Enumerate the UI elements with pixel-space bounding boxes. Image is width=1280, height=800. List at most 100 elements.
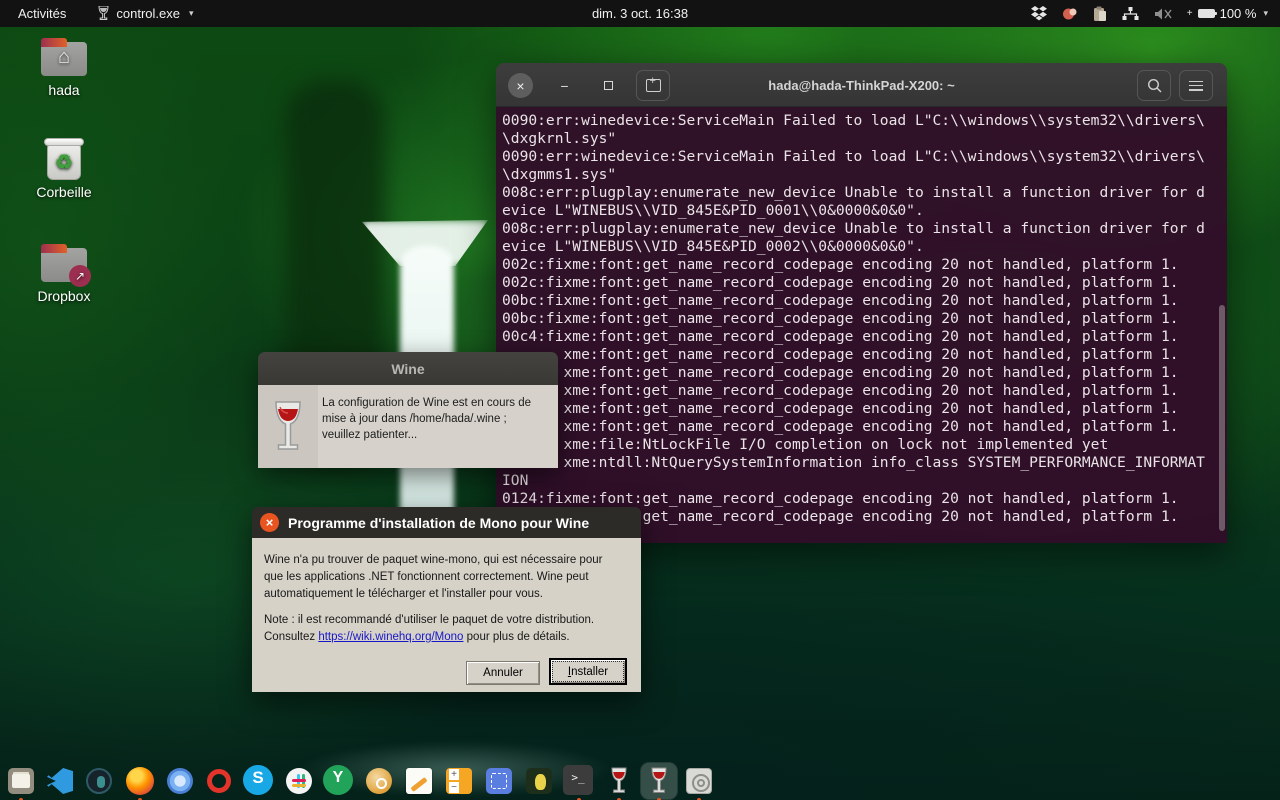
skype-icon: S <box>243 765 273 795</box>
dock-item-terminal[interactable]: >_ <box>561 763 597 800</box>
winehq-mono-link[interactable]: https://wiki.winehq.org/Mono <box>318 631 463 643</box>
mono-paragraph-line: que les applications .NET fonctionnent c… <box>264 571 589 583</box>
desktop-icon-hada[interactable]: ⌂ hada <box>25 36 103 98</box>
note-suffix: pour plus de détails. <box>463 631 570 643</box>
desktop-icon-corbeille[interactable]: ♻ Corbeille <box>25 138 103 200</box>
opera-icon <box>204 766 234 796</box>
dock-item-wine-control[interactable] <box>641 763 677 800</box>
dock-item-winecfg[interactable] <box>681 763 717 800</box>
minimize-button[interactable]: − <box>552 73 577 98</box>
desktop-screen: Activités control.exe ▾ dim. 3 oct. 16:3… <box>0 0 1280 800</box>
dock-item-firefox[interactable] <box>122 763 158 800</box>
slack-icon <box>284 766 314 796</box>
dock-item-files[interactable] <box>3 763 39 800</box>
notification-icon[interactable] <box>1062 7 1078 21</box>
dropbox-icon[interactable] <box>1030 6 1047 21</box>
chromium-icon <box>165 766 195 796</box>
dropbox-folder-icon: ↗ <box>39 242 91 287</box>
close-button[interactable]: × <box>508 73 533 98</box>
battery-icon <box>1197 9 1217 18</box>
battery-label: 100 % <box>1219 6 1257 21</box>
vscode-icon <box>45 766 75 796</box>
desktop-icon-label: Corbeille <box>36 184 92 200</box>
dock-item-backup[interactable] <box>361 763 397 799</box>
files-icon <box>6 766 36 796</box>
battery-indicator[interactable]: + 100 % ▾ <box>1187 6 1268 21</box>
terminal-line: evice L"WINEBUS\\VID_845E&PID_0002\\0&00… <box>502 238 924 255</box>
dock-item-opera[interactable] <box>201 763 237 799</box>
dock-item-chromium[interactable] <box>162 763 198 799</box>
menu-button[interactable] <box>1179 70 1213 101</box>
dock-item-calculator[interactable] <box>441 763 477 799</box>
clipboard-icon[interactable] <box>1093 6 1107 22</box>
terminal-line: \dxgmms1.sys" <box>502 166 617 183</box>
chevron-down-icon: ▾ <box>189 8 194 18</box>
mono-installer-dialog: × Programme d'installation de Mono pour … <box>252 507 641 692</box>
winecfg-icon <box>684 766 714 796</box>
install-button[interactable]: Installer <box>549 658 627 685</box>
dock-item-text-editor[interactable] <box>401 763 437 799</box>
terminal-line: 00c4:fixme:font:get_name_record_codepage… <box>502 328 1179 345</box>
mono-dialog-title: Programme d'installation de Mono pour Wi… <box>288 514 590 531</box>
cancel-button[interactable]: Annuler <box>466 661 540 685</box>
terminal-line: xme:font:get_name_record_codepage encodi… <box>502 346 1179 363</box>
system-tray: + 100 % ▾ <box>1030 0 1280 27</box>
wine-glass-icon <box>611 767 627 793</box>
hamburger-icon <box>1189 80 1203 91</box>
terminal-titlebar[interactable]: hada@hada-ThinkPad-X200: ~ × − <box>496 63 1227 107</box>
dock-item-skype[interactable]: S <box>241 763 277 799</box>
dark-circle-app-icon <box>84 766 114 796</box>
terminal-line: evice L"WINEBUS\\VID_845E&PID_0001\\0&00… <box>502 202 924 219</box>
terminal-line: \dxgkrnl.sys" <box>502 130 617 147</box>
mono-paragraph-line: automatiquement le télécharger et l'inst… <box>264 588 543 600</box>
wine-dialog-message: mise à jour dans /home/hada/.wine ; <box>322 413 507 425</box>
terminal-line: xme:font:get_name_record_codepage encodi… <box>502 382 1179 399</box>
search-button[interactable] <box>1137 70 1171 101</box>
activities-button[interactable]: Activités <box>12 4 72 23</box>
game-icon <box>524 766 554 796</box>
wine-dialog-titlebar[interactable]: Wine <box>258 352 558 385</box>
maximize-button[interactable] <box>596 73 621 98</box>
dock-item-screenshot[interactable] <box>481 763 517 799</box>
terminal-scrollbar[interactable] <box>1219 305 1225 531</box>
desktop-icon-dropbox[interactable]: ↗ Dropbox <box>25 242 103 304</box>
dock-item-game[interactable] <box>521 763 557 799</box>
close-button[interactable]: × <box>260 513 279 532</box>
wine-progress-dialog: Wine La configuration de Wine est en cou… <box>258 352 558 468</box>
terminal-line: ION <box>502 472 529 489</box>
backup-icon <box>364 766 394 796</box>
dock-item-y-app[interactable]: Y <box>321 763 357 799</box>
terminal-line: 008c:err:plugplay:enumerate_new_device U… <box>502 220 1205 237</box>
dock-item-vscode[interactable] <box>42 763 78 799</box>
charging-icon: + <box>1186 8 1193 19</box>
new-tab-icon <box>645 75 661 92</box>
calculator-icon <box>444 766 474 796</box>
terminal-line: 0124:fixme:font:get_name_record_codepage… <box>502 490 1179 507</box>
dock-item-dark-circle-app[interactable] <box>81 763 117 799</box>
terminal-icon: >_ <box>563 765 593 795</box>
terminal-line: 0090:err:winedevice:ServiceMain Failed t… <box>502 148 1205 165</box>
app-menu-button[interactable]: control.exe ▾ <box>98 6 194 21</box>
maximize-icon <box>604 81 613 90</box>
wine-glass-icon <box>651 767 667 793</box>
clock-button[interactable]: dim. 3 oct. 16:38 <box>592 0 688 27</box>
chevron-down-icon: ▾ <box>1263 8 1268 18</box>
network-icon[interactable] <box>1122 6 1139 21</box>
note-prefix: Consultez <box>264 631 319 643</box>
dock-item-wine[interactable] <box>601 763 637 800</box>
terminal-line: xme:file:NtLockFile I/O completion on lo… <box>502 436 1109 453</box>
mono-dialog-paragraph: Wine n'a pu trouver de paquet wine-mono,… <box>264 552 627 603</box>
volume-muted-icon[interactable] <box>1154 7 1172 21</box>
firefox-icon <box>125 766 155 796</box>
terminal-window: hada@hada-ThinkPad-X200: ~ × − 0090:err:… <box>496 63 1227 543</box>
wine-glass-icon <box>98 6 109 20</box>
wine-dialog-message: La configuration de Wine est en cours de <box>322 397 532 409</box>
link-emblem-icon: ↗ <box>69 265 91 287</box>
terminal-line: 00bc:fixme:font:get_name_record_codepage… <box>502 292 1179 309</box>
terminal-output: 0090:err:winedevice:ServiceMain Failed t… <box>496 107 1227 543</box>
mono-dialog-titlebar[interactable]: × Programme d'installation de Mono pour … <box>252 507 641 538</box>
terminal-line: 00bc:fixme:font:get_name_record_codepage… <box>502 310 1179 327</box>
new-tab-button[interactable] <box>636 70 670 101</box>
dock-item-slack[interactable] <box>281 763 317 799</box>
home-folder-icon: ⌂ <box>39 36 89 78</box>
